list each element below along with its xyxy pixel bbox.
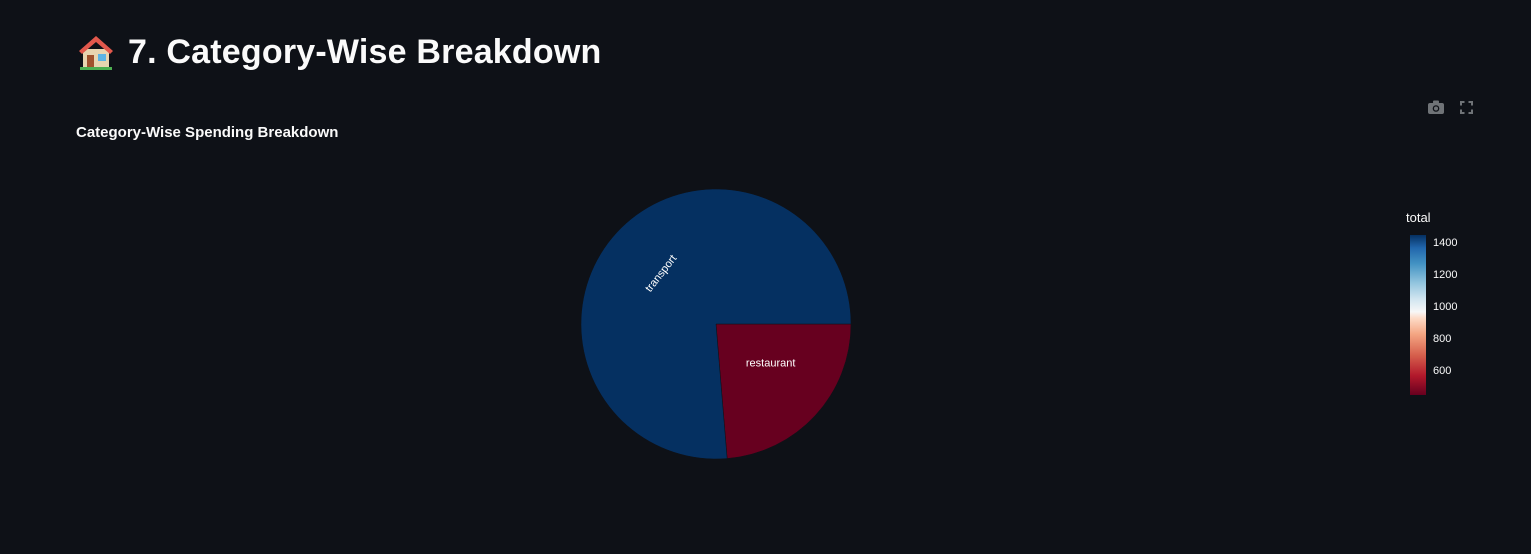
colorbar-tick-label: 800 <box>1433 333 1452 345</box>
colorbar <box>1410 235 1426 395</box>
colorbar-tick-label: 1400 <box>1433 237 1458 249</box>
pie-slice-restaurant[interactable] <box>715 323 852 459</box>
page: 7. Category-Wise Breakdown Category-Wise… <box>0 0 1531 554</box>
colorbar-title: total <box>1406 210 1431 225</box>
pie-label-restaurant: restaurant <box>746 358 796 370</box>
pie-chart: restauranttransport <box>580 188 852 460</box>
colorbar-tick-label: 600 <box>1433 365 1452 377</box>
colorbar-tick-label: 1200 <box>1433 269 1458 281</box>
colorbar-tick-label: 1000 <box>1433 301 1458 313</box>
